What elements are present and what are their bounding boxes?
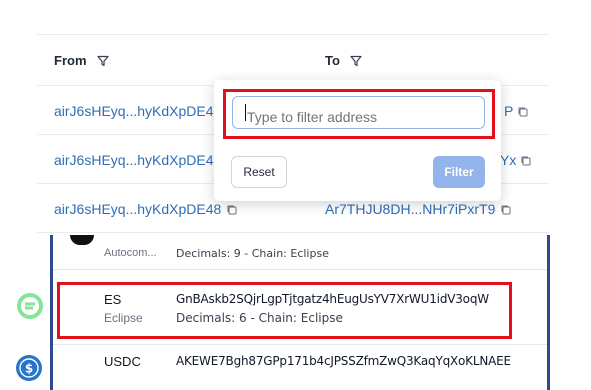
filter-icon[interactable] — [350, 55, 362, 67]
eclipse-token-logo — [17, 293, 43, 319]
list-divider — [53, 269, 547, 270]
table-top-border — [37, 34, 549, 35]
highlight-box-input — [223, 89, 495, 139]
highlight-box-token — [57, 282, 512, 339]
from-address-link[interactable]: airJ6sHEyq...hyKdXpDE4 — [54, 103, 214, 119]
to-address-link[interactable]: Ar7THJU8DH...NHr7iPxrT9 — [325, 201, 511, 217]
reset-button[interactable]: Reset — [231, 156, 287, 188]
filter-icon[interactable] — [96, 55, 109, 67]
token-symbol[interactable]: USDC — [104, 354, 141, 369]
from-address-text[interactable]: airJ6sHEyq...hyKdXpDE48 — [54, 201, 221, 217]
copy-icon[interactable] — [517, 106, 528, 117]
from-address-text[interactable]: airJ6sHEyq...hyKdXpDE4 — [54, 152, 214, 168]
from-address-link[interactable]: airJ6sHEyq...hyKdXpDE48 — [54, 201, 237, 217]
column-header-from-label: From — [54, 53, 87, 68]
copy-icon[interactable] — [500, 204, 511, 215]
dollar-icon: $ — [19, 358, 39, 378]
to-address-link[interactable]: Yx — [500, 152, 531, 168]
to-address-link[interactable]: P — [504, 103, 528, 119]
to-address-text[interactable]: Yx — [500, 152, 516, 168]
to-address-text[interactable]: Ar7THJU8DH...NHr7iPxrT9 — [325, 201, 495, 217]
to-address-text[interactable]: P — [504, 103, 513, 119]
from-address-link[interactable]: airJ6sHEyq...hyKdXpDE4 — [54, 152, 214, 168]
column-header-to-label: To — [325, 53, 340, 68]
column-header-to: To — [325, 53, 362, 68]
copy-icon[interactable] — [520, 155, 531, 166]
token-name-partial: Autocom... — [104, 247, 157, 259]
filter-button[interactable]: Filter — [433, 156, 485, 188]
list-divider — [53, 344, 547, 345]
usdc-token-logo: $ — [16, 355, 42, 381]
token-address[interactable]: AKEWE7Bgh87GPp171b4cJPSSZfmZwQ3KaqYqXoKL… — [176, 354, 511, 368]
svg-text:$: $ — [25, 362, 33, 376]
column-header-from: From — [54, 53, 109, 68]
copy-icon[interactable] — [226, 204, 237, 215]
from-address-text[interactable]: airJ6sHEyq...hyKdXpDE4 — [54, 103, 214, 119]
token-meta-partial: Decimals: 9 - Chain: Eclipse — [176, 247, 329, 260]
